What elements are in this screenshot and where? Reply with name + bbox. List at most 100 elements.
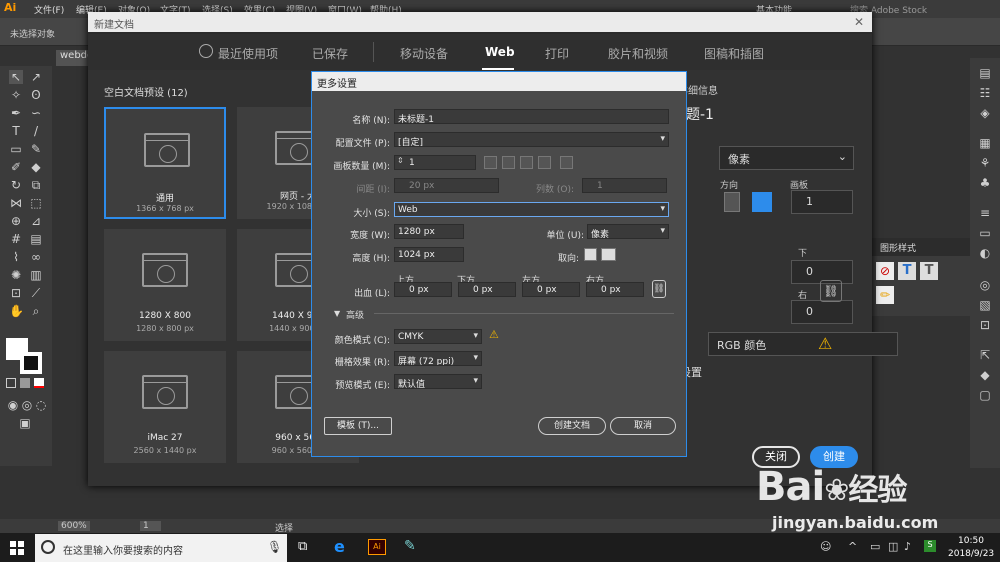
units-dropdown[interactable]: 像素 ⌄: [719, 146, 854, 170]
color-mode-dropdown[interactable]: CMYK: [394, 329, 482, 344]
width-tool-icon[interactable]: ⋈: [9, 196, 23, 210]
create-document-button[interactable]: 创建文档: [538, 417, 606, 435]
type-tool-icon[interactable]: T: [9, 124, 23, 138]
template-button[interactable]: 模板 (T)...: [324, 417, 392, 435]
artboards-field[interactable]: 1: [791, 190, 853, 214]
stroke-swatch[interactable]: [20, 352, 42, 374]
screen-mode-icon[interactable]: ▣: [18, 416, 32, 430]
transform-icon[interactable]: ⊡: [978, 318, 992, 332]
task-view-icon[interactable]: ⧉: [298, 539, 307, 554]
menu-file[interactable]: 文件(F): [34, 3, 64, 16]
symbols-icon[interactable]: ♣: [978, 176, 992, 190]
layers-stack-icon[interactable]: ◆: [978, 368, 992, 382]
taskbar-search[interactable]: 在这里输入你要搜索的内容 🎙: [35, 534, 287, 562]
graphic-styles-icon[interactable]: ▧: [978, 298, 992, 312]
layers-panel-icon[interactable]: ☷: [978, 86, 992, 100]
rectangle-tool-icon[interactable]: ▭: [9, 142, 23, 156]
tab-recent[interactable]: 最近使用项: [218, 45, 278, 62]
zoom-level[interactable]: 600%: [58, 521, 90, 531]
style-swatch-pencil-icon[interactable]: ✏: [876, 286, 894, 304]
pen-tool-icon[interactable]: ✒: [9, 106, 23, 120]
right-to-left-icon[interactable]: [560, 156, 573, 169]
paintbrush-icon[interactable]: ✎: [29, 142, 43, 156]
input-method-icon[interactable]: S: [924, 540, 936, 552]
landscape-icon[interactable]: [752, 192, 772, 212]
direct-selection-tool-icon[interactable]: ↗: [29, 70, 43, 84]
artboards-panel-icon[interactable]: ▢: [978, 388, 992, 402]
color-panel-icon[interactable]: ▦: [978, 136, 992, 150]
gradient-tool-icon[interactable]: ▤: [29, 232, 43, 246]
rotate-tool-icon[interactable]: ↻: [9, 178, 23, 192]
free-transform-icon[interactable]: ⬚: [29, 196, 43, 210]
stroke-panel-icon[interactable]: ≡: [978, 206, 992, 220]
perspective-grid-icon[interactable]: ⊿: [29, 214, 43, 228]
shaper-tool-icon[interactable]: ✐: [9, 160, 23, 174]
people-icon[interactable]: ☺: [820, 540, 831, 553]
artboard-tool-icon[interactable]: ⊡: [9, 286, 23, 300]
landscape-orientation-icon[interactable]: [601, 248, 616, 261]
color-mode-dropdown[interactable]: RGB 颜色: [708, 332, 898, 356]
eraser-icon[interactable]: ◆: [29, 160, 43, 174]
size-dropdown[interactable]: Web: [394, 202, 669, 217]
graphic-styles-panel-title[interactable]: 图形样式: [872, 238, 970, 256]
link-icon[interactable]: ⛓: [820, 280, 842, 302]
portrait-icon[interactable]: [724, 192, 740, 212]
cancel-button[interactable]: 取消: [610, 417, 676, 435]
preset-card[interactable]: 通用 1366 x 768 px: [104, 107, 226, 219]
style-swatch-gray-t-icon[interactable]: T: [920, 262, 938, 280]
bleed-top-field[interactable]: 0 px: [394, 282, 452, 297]
dialog-close-icon[interactable]: ✕: [854, 15, 864, 29]
none-mode-icon[interactable]: [34, 378, 44, 388]
artboard-navigator[interactable]: 1: [140, 521, 161, 531]
tab-print[interactable]: 打印: [545, 45, 569, 62]
brushes-icon[interactable]: ⚘: [978, 156, 992, 170]
tab-film-video[interactable]: 胶片和视频: [608, 45, 668, 62]
gradient-mode-icon[interactable]: [20, 378, 30, 388]
color-mode-icon[interactable]: [6, 378, 16, 388]
blend-tool-icon[interactable]: ∞: [29, 250, 43, 264]
curvature-tool-icon[interactable]: ∽: [29, 106, 43, 120]
tab-saved[interactable]: 已保存: [312, 45, 348, 62]
symbol-sprayer-icon[interactable]: ✺: [9, 268, 23, 282]
volume-icon[interactable]: ♪: [904, 540, 911, 553]
mesh-tool-icon[interactable]: #: [9, 232, 23, 246]
draw-behind-icon[interactable]: ◎: [20, 398, 34, 412]
tab-web[interactable]: Web: [485, 45, 515, 59]
export-icon[interactable]: ⇱: [978, 348, 992, 362]
tab-art-illustration[interactable]: 图稿和插图: [704, 45, 764, 62]
columns-field[interactable]: 1: [582, 178, 667, 193]
raster-effects-dropdown[interactable]: 屏幕 (72 ppi): [394, 351, 482, 366]
selection-tool-icon[interactable]: ↖: [9, 70, 23, 84]
scale-tool-icon[interactable]: ⧉: [29, 178, 43, 192]
portrait-orientation-icon[interactable]: [584, 248, 597, 261]
line-tool-icon[interactable]: /: [29, 124, 43, 138]
height-field[interactable]: 1024 px: [394, 247, 464, 262]
libraries-icon[interactable]: ◈: [978, 106, 992, 120]
hand-tool-icon[interactable]: ✋: [9, 304, 24, 318]
clock-date[interactable]: 2018/9/23: [948, 549, 994, 559]
width-field[interactable]: 1280 px: [394, 224, 464, 239]
arrange-by-column-icon[interactable]: [538, 156, 551, 169]
zoom-tool-icon[interactable]: ⌕: [29, 304, 43, 318]
style-swatch-default-icon[interactable]: ⊘: [876, 262, 894, 280]
bleed-right-field[interactable]: 0 px: [586, 282, 644, 297]
graph-tool-icon[interactable]: ▥: [29, 268, 43, 282]
grid-by-column-icon[interactable]: [502, 156, 515, 169]
draw-normal-icon[interactable]: ◉: [6, 398, 20, 412]
collapse-triangle-icon[interactable]: ▼: [334, 309, 340, 318]
paint-app-icon[interactable]: ✎: [404, 538, 416, 554]
artboard-count-field[interactable]: 1: [394, 155, 476, 170]
bleed-right-field[interactable]: 0: [791, 300, 853, 324]
spacing-field[interactable]: 20 px: [394, 178, 499, 193]
clock-time[interactable]: 10:50: [958, 536, 984, 546]
microphone-icon[interactable]: 🎙: [267, 540, 282, 554]
battery-icon[interactable]: ▭: [870, 540, 880, 553]
units-dropdown[interactable]: 像素: [587, 224, 669, 239]
bleed-left-field[interactable]: 0 px: [522, 282, 580, 297]
grid-by-row-icon[interactable]: [484, 156, 497, 169]
properties-icon[interactable]: ▤: [978, 66, 992, 80]
slice-tool-icon[interactable]: ⟋: [29, 286, 43, 300]
network-icon[interactable]: ◫: [888, 540, 898, 553]
illustrator-taskbar-icon[interactable]: Ai: [368, 539, 386, 555]
stepper-icon[interactable]: ⇕: [397, 156, 404, 165]
